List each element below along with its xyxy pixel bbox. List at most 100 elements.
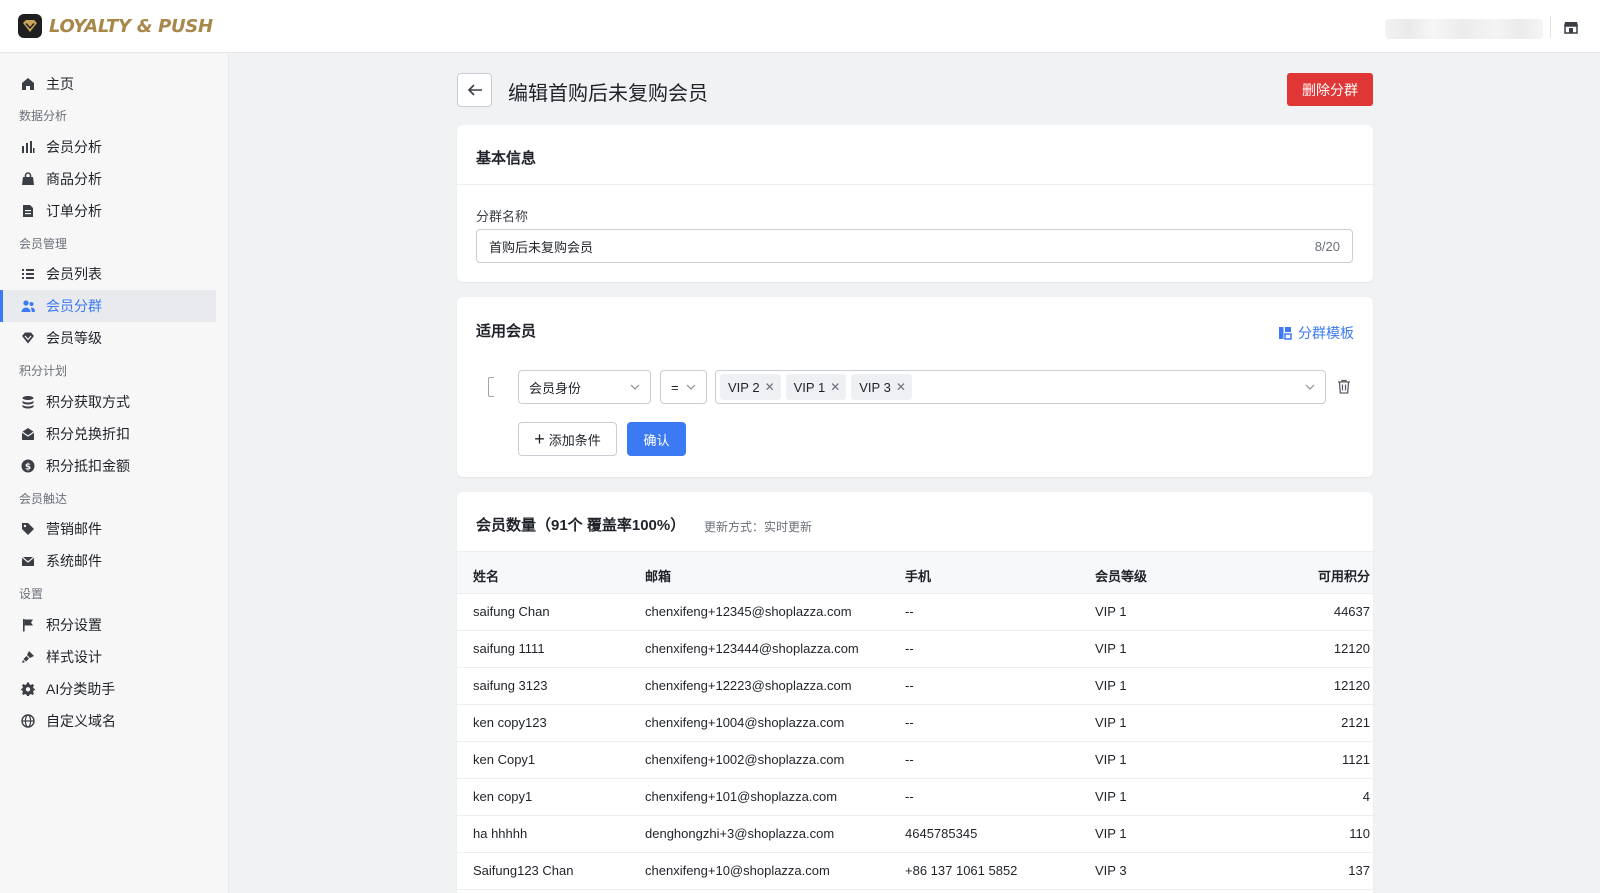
nav-group-settings: 设置 <box>19 587 44 601</box>
condition-values-select[interactable]: VIP 2 ✕ VIP 1 ✕ VIP 3 ✕ <box>715 370 1326 404</box>
back-button[interactable] <box>457 73 492 107</box>
segment-template-link[interactable]: 分群模板 <box>1278 323 1354 343</box>
table-row[interactable]: ken copy123 chenxifeng+1004@shoplazza.com… <box>457 705 1373 742</box>
sidebar-item-label: 会员等级 <box>46 330 102 346</box>
applicable-members-card: 适用会员 分群模板 会员身份 = VIP 2 ✕ VIP 1 ✕ VIP 3 ✕… <box>457 297 1373 477</box>
page-title: 编辑首购后未复购会员 <box>508 83 708 105</box>
sidebar-item-system-email[interactable]: 系统邮件 <box>0 545 216 577</box>
column-header-points: 可用积分 <box>1317 569 1370 584</box>
layout-template-icon <box>1279 327 1292 340</box>
sidebar-item-label: 主页 <box>46 76 74 92</box>
sidebar-item-label: 会员分群 <box>46 298 102 314</box>
cell-email: chenxifeng+10@shoplazza.com <box>645 863 830 878</box>
table-row[interactable]: saifung Chan chenxifeng+12345@shoplazza.c… <box>457 594 1373 631</box>
sidebar-item-label: 积分获取方式 <box>46 394 130 410</box>
sidebar-item-ai-assistant[interactable]: AI分类助手 <box>0 673 216 705</box>
members-card: 会员数量（91个 覆盖率100%） 更新方式：实时更新 姓名 邮箱 手机 会员等… <box>457 492 1373 893</box>
cell-email: denghongzhi+3@shoplazza.com <box>645 826 835 841</box>
cell-phone: +86 137 1061 5852 <box>905 863 1018 878</box>
app-logo[interactable]: LOYALTY & PUSH <box>18 14 213 38</box>
add-condition-button[interactable]: + 添加条件 <box>518 422 617 456</box>
cell-name: ken copy123 <box>473 715 547 730</box>
cell-phone: -- <box>905 678 914 693</box>
sidebar-item-label: 订单分析 <box>46 203 102 219</box>
confirm-button[interactable]: 确认 <box>627 422 686 456</box>
segment-name-input[interactable]: 首购后未复购会员 8/20 <box>476 229 1353 263</box>
table-row[interactable]: ha hhhhh denghongzhi+3@shoplazza.com 46457… <box>457 816 1373 853</box>
value-tag-label: VIP 2 <box>728 379 760 395</box>
add-condition-label: 添加条件 <box>548 432 601 448</box>
char-counter: 8/20 <box>1314 238 1340 254</box>
sidebar-item-label: 商品分析 <box>46 171 102 187</box>
delete-segment-button[interactable]: 删除分群 <box>1287 73 1373 106</box>
table-row[interactable]: Saifung123 Chan chenxifeng+10@shoplazza.c… <box>457 853 1373 890</box>
envelope-open-icon <box>20 426 36 442</box>
table-row[interactable]: ken Copy1 chenxifeng+1002@shoplazza.com --… <box>457 742 1373 779</box>
home-icon <box>20 76 36 92</box>
cell-level: VIP 1 <box>1095 678 1127 693</box>
cell-name: ken copy1 <box>473 789 533 804</box>
condition-operator-select[interactable]: = <box>660 370 707 404</box>
cell-email: chenxifeng+1002@shoplazza.com <box>645 752 845 767</box>
value-tag: VIP 1 ✕ <box>785 374 847 400</box>
value-tag: VIP 2 ✕ <box>720 374 781 400</box>
sidebar-item-points-deduction[interactable]: $ 积分抵扣金额 <box>0 450 216 482</box>
segment-name-label: 分群名称 <box>476 209 529 224</box>
cell-phone: -- <box>905 604 914 619</box>
brush-icon <box>20 649 36 665</box>
chevron-down-icon <box>630 384 640 390</box>
sidebar-item-order-analysis[interactable]: 订单分析 <box>0 195 216 227</box>
document-icon <box>20 203 36 219</box>
cell-points: 110 <box>1349 826 1370 841</box>
cell-email: chenxifeng+12345@shoplazza.com <box>645 604 852 619</box>
sidebar: 主页 数据分析 会员分析 商品分析 订单分析 会员管理 会员列表 会员分群 会员… <box>0 54 229 893</box>
remove-tag-icon[interactable]: ✕ <box>896 380 906 394</box>
cell-email: chenxifeng+123444@shoplazza.com <box>645 641 859 656</box>
sidebar-item-member-list[interactable]: 会员列表 <box>0 258 216 290</box>
cell-name: saifung 3123 <box>473 678 548 693</box>
condition-field-select[interactable]: 会员身份 <box>518 370 651 404</box>
sidebar-item-earn-points[interactable]: 积分获取方式 <box>0 386 216 418</box>
applicable-members-title: 适用会员 <box>476 323 537 340</box>
tag-icon <box>20 521 36 537</box>
sidebar-item-label: 积分兑换折扣 <box>46 426 130 442</box>
delete-condition-icon[interactable] <box>1337 379 1353 395</box>
user-account-blurred[interactable] <box>1385 19 1543 39</box>
sidebar-item-member-levels[interactable]: 会员等级 <box>0 322 216 354</box>
update-mode-text: 更新方式：实时更新 <box>704 520 813 534</box>
table-row[interactable]: saifung 1111 chenxifeng+123444@shoplazza.… <box>457 631 1373 668</box>
cell-level: VIP 1 <box>1095 715 1127 730</box>
remove-tag-icon[interactable]: ✕ <box>830 380 840 394</box>
bar-chart-icon <box>20 139 36 155</box>
cell-phone: 4645785345 <box>905 826 978 841</box>
column-header-phone: 手机 <box>905 569 932 584</box>
value-tag: VIP 3 ✕ <box>851 374 912 400</box>
sidebar-item-points-settings[interactable]: 积分设置 <box>0 609 216 641</box>
cell-name: saifung 1111 <box>473 641 545 656</box>
sidebar-item-label: 会员列表 <box>46 266 102 282</box>
table-row[interactable]: saifung 3123 chenxifeng+12223@shoplazza.c… <box>457 668 1373 705</box>
cell-points: 12120 <box>1333 641 1370 656</box>
column-header-email: 邮箱 <box>645 569 672 584</box>
gear-icon <box>20 681 36 697</box>
sidebar-item-member-segments[interactable]: 会员分群 <box>0 290 216 322</box>
cell-points: 44637 <box>1333 604 1370 619</box>
cell-phone: -- <box>905 789 914 804</box>
sidebar-item-product-analysis[interactable]: 商品分析 <box>0 163 216 195</box>
cell-name: saifung Chan <box>473 604 550 619</box>
sidebar-item-redeem-discount[interactable]: 积分兑换折扣 <box>0 418 216 450</box>
sidebar-item-label: 积分设置 <box>46 617 102 633</box>
remove-tag-icon[interactable]: ✕ <box>765 380 775 394</box>
sidebar-item-style-design[interactable]: 样式设计 <box>0 641 216 673</box>
sidebar-item-member-analysis[interactable]: 会员分析 <box>0 131 216 163</box>
table-row[interactable]: ken copy1 chenxifeng+101@shoplazza.com -- V… <box>457 779 1373 816</box>
sidebar-item-custom-domain[interactable]: 自定义域名 <box>0 705 216 737</box>
sidebar-item-home[interactable]: 主页 <box>0 68 216 100</box>
sidebar-item-marketing-email[interactable]: 营销邮件 <box>0 513 216 545</box>
sidebar-item-label: 积分抵扣金额 <box>46 458 130 474</box>
sidebar-item-label: AI分类助手 <box>46 681 116 697</box>
store-icon[interactable] <box>1563 19 1579 35</box>
cell-points: 2121 <box>1341 715 1370 730</box>
segment-name-value: 首购后未复购会员 <box>489 239 594 255</box>
users-icon <box>20 298 36 314</box>
